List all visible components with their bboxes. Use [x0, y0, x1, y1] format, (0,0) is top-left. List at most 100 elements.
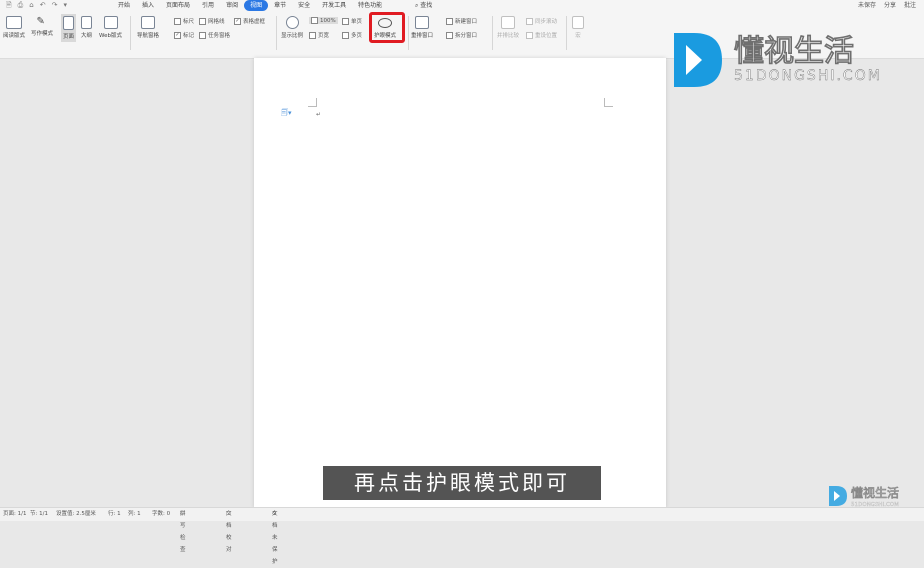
read-mode-button[interactable]: 阅读版式: [3, 16, 25, 39]
side-by-side-label: 并排比较: [497, 33, 520, 39]
print-icon[interactable]: ⌂: [29, 0, 33, 11]
single-page-icon: [342, 17, 349, 25]
margin-corner-top-right: [604, 98, 613, 107]
checkbox-checked-icon: ✓: [174, 31, 181, 39]
checkbox-icon: [199, 31, 206, 39]
outline-button[interactable]: 大纲: [81, 16, 92, 39]
status-row: 行: 1: [108, 511, 121, 517]
spell-check-label: 拼写检查: [180, 511, 186, 553]
paste-options-icon[interactable]: 🗐▾: [281, 109, 292, 120]
magnifier-icon: [285, 16, 299, 29]
tab-page-layout[interactable]: 页面布局: [160, 0, 196, 11]
rearrange-label: 重排窗口: [411, 33, 434, 39]
markup-label: 标记: [183, 33, 195, 39]
zoom-button[interactable]: 显示比例: [281, 16, 303, 39]
checkbox-icon: [199, 17, 206, 25]
tab-insert[interactable]: 插入: [136, 0, 160, 11]
multi-page-icon: [342, 31, 349, 39]
status-col: 列: 1: [128, 511, 141, 517]
markup-checkbox[interactable]: ✓ 标记: [174, 31, 194, 39]
quick-access-bar: 🗎 ⎙ ⌂ ↶ ↷ ▾: [6, 0, 67, 11]
page-view-button[interactable]: 页面: [61, 14, 77, 42]
tab-references[interactable]: 引用: [196, 0, 220, 11]
eye-protection-highlight: [369, 12, 405, 43]
zoom-100-icon: [311, 17, 318, 24]
tab-home[interactable]: 开始: [112, 0, 136, 11]
page-width-icon: [309, 31, 316, 39]
tab-features[interactable]: 特色功能: [352, 0, 388, 11]
single-page-button[interactable]: 单页: [342, 17, 362, 25]
write-mode-button[interactable]: ✎ 写作模式: [31, 16, 53, 37]
text-cursor: ↵: [316, 111, 322, 118]
reset-position-button[interactable]: 重设位置: [526, 31, 557, 39]
table-lines-checkbox[interactable]: ✓ 表格虚框: [234, 17, 265, 25]
task-pane-checkbox[interactable]: 任务窗格: [199, 31, 230, 39]
status-page[interactable]: 页面: 1/1: [3, 508, 26, 520]
search-box[interactable]: ⌕ 查找: [415, 0, 432, 11]
tab-view[interactable]: 视图: [244, 0, 269, 11]
menu-tabs: 开始 插入 页面布局 引用 审阅 视图 章节 安全 开发工具 特色功能: [112, 0, 388, 11]
side-by-side-button[interactable]: 并排比较: [497, 16, 519, 39]
multi-page-button[interactable]: 多页: [342, 31, 362, 39]
split-window-button[interactable]: 拆分窗口: [446, 31, 477, 39]
status-words[interactable]: 字数: 0: [152, 508, 170, 520]
zoom-100-button[interactable]: 100%: [309, 17, 338, 24]
tab-security[interactable]: 安全: [292, 0, 316, 11]
search-label: 查找: [420, 2, 433, 9]
divider: [566, 16, 567, 50]
video-subtitle: 再点击护眼模式即可: [323, 466, 601, 500]
write-mode-label: 写作模式: [31, 31, 54, 37]
book-icon: [6, 16, 22, 29]
single-page-label: 单页: [351, 19, 363, 25]
tab-review[interactable]: 审阅: [220, 0, 244, 11]
menu-bar: 🗎 ⎙ ⌂ ↶ ↷ ▾ 开始 插入 页面布局 引用 审阅 视图 章节 安全 开发…: [0, 0, 924, 11]
zoom-label: 显示比例: [281, 33, 304, 39]
unsaved-button[interactable]: 未保存: [858, 0, 876, 11]
export-icon[interactable]: ⎙: [18, 0, 24, 11]
zoom-value: 100%: [320, 17, 336, 24]
nav-pane-icon: [141, 16, 155, 29]
status-section: 节: 1/1: [30, 511, 48, 517]
gridlines-label: 网格线: [208, 19, 225, 25]
search-icon: ⌕: [415, 2, 419, 9]
reset-position-icon: [526, 31, 533, 39]
undo-icon[interactable]: ↶: [40, 0, 46, 11]
logo-domain: 51DONGSHI.COM: [734, 68, 882, 84]
comment-button[interactable]: 批注: [904, 0, 916, 11]
share-button[interactable]: 分享: [884, 0, 896, 11]
document-page[interactable]: 🗐▾ ↵: [254, 58, 666, 508]
web-layout-button[interactable]: Web版式: [99, 16, 122, 39]
task-pane-label: 任务窗格: [208, 33, 231, 39]
protect-label: 文档未保护: [272, 511, 278, 565]
watermark-logo: 懂视生活 51DONGSHI.COM: [829, 485, 899, 508]
page-view-label: 页面: [63, 34, 75, 40]
outline-label: 大纲: [81, 33, 93, 39]
pen-icon: ✎: [36, 16, 45, 27]
redo-icon[interactable]: ↷: [52, 0, 58, 11]
macro-label: 宏: [575, 33, 581, 39]
logo-name: 懂视生活: [734, 34, 854, 69]
sync-scroll-button[interactable]: 同步滚动: [526, 17, 557, 25]
gridlines-checkbox[interactable]: 网格线: [199, 17, 225, 25]
tab-chapter[interactable]: 章节: [268, 0, 292, 11]
checkbox-checked-icon: ✓: [234, 17, 241, 25]
save-icon[interactable]: 🗎: [6, 0, 12, 11]
web-layout-label: Web版式: [99, 33, 122, 39]
checkbox-icon: [174, 17, 181, 25]
new-window-button[interactable]: 新建窗口: [446, 17, 477, 25]
margin-corner-top-left: [308, 98, 317, 107]
side-by-side-icon: [501, 16, 515, 29]
sync-scroll-icon: [526, 17, 533, 25]
right-menu: 未保存 分享 批注: [858, 0, 916, 11]
ruler-checkbox[interactable]: 标尺: [174, 17, 194, 25]
tab-developer[interactable]: 开发工具: [316, 0, 352, 11]
page-width-button[interactable]: 页宽: [309, 31, 329, 39]
macro-button[interactable]: 宏: [572, 16, 584, 39]
chevron-down-icon[interactable]: ▾: [63, 0, 67, 11]
nav-pane-button[interactable]: 导航窗格: [137, 16, 159, 39]
divider: [276, 16, 277, 50]
rearrange-button[interactable]: 重排窗口: [411, 16, 433, 39]
split-window-icon: [446, 31, 453, 39]
page-width-label: 页宽: [318, 33, 330, 39]
table-lines-label: 表格虚框: [243, 19, 266, 25]
